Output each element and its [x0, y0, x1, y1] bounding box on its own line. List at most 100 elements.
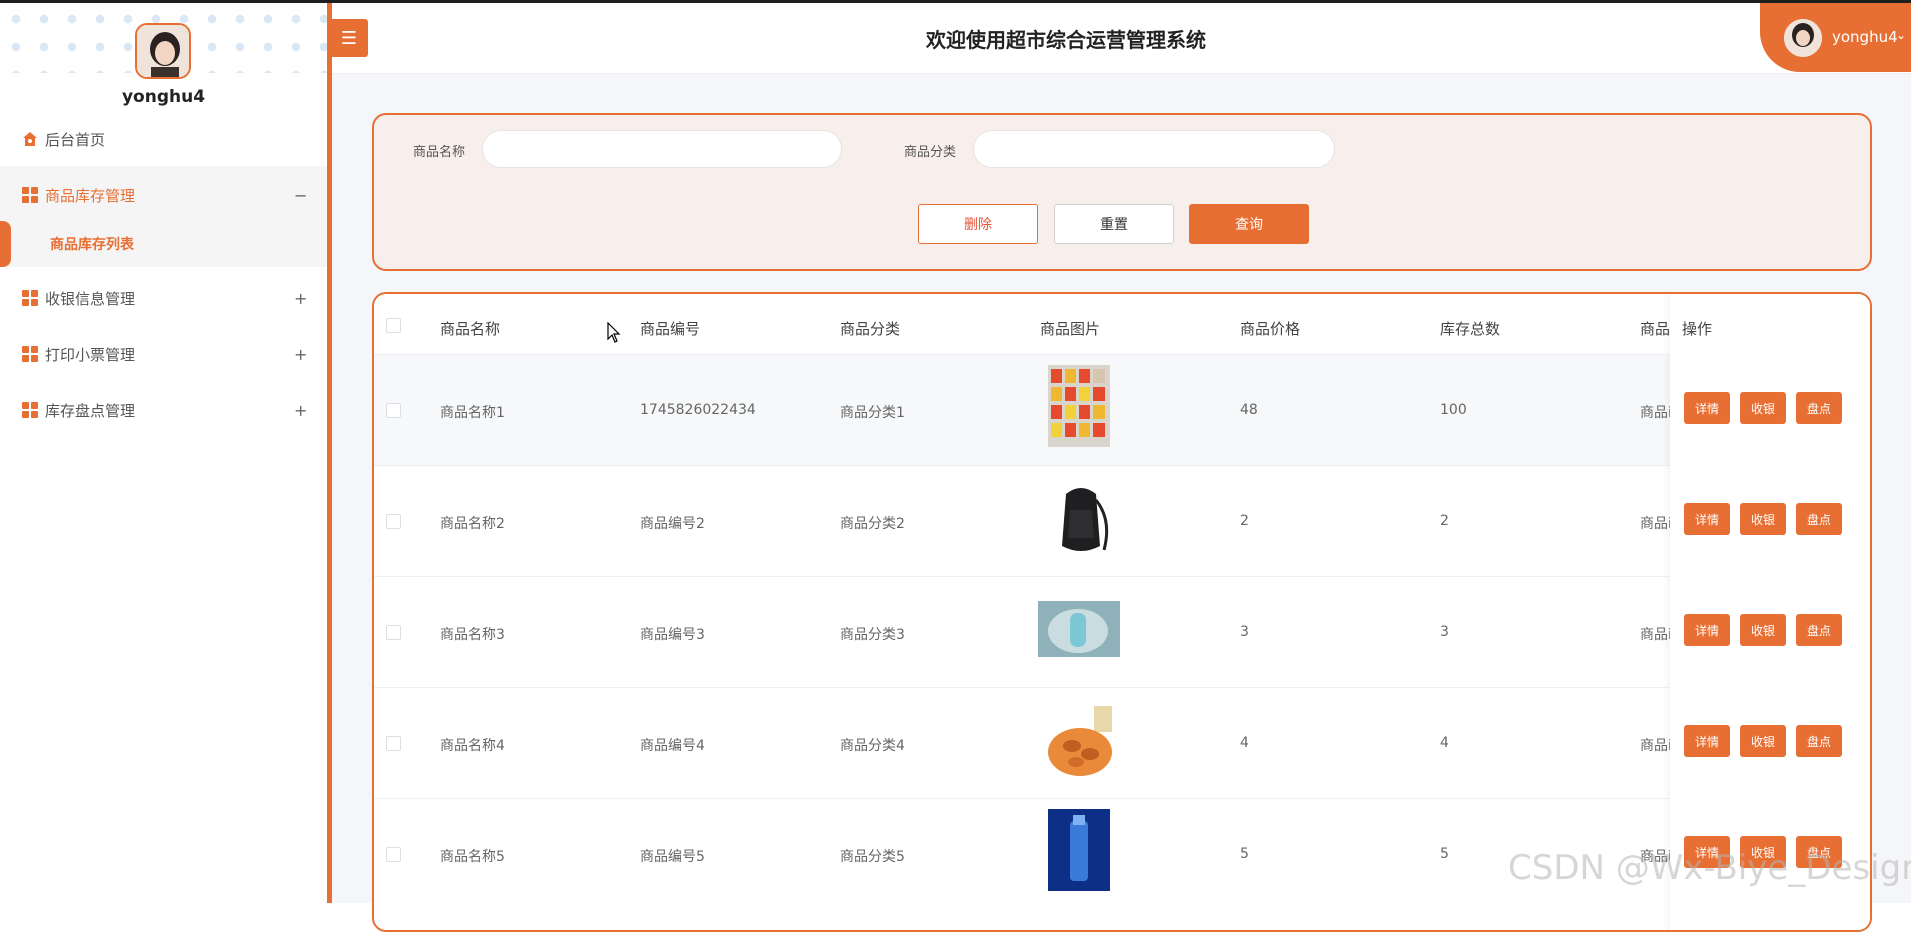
expand-icon[interactable]: + [294, 401, 307, 420]
cell-code: 商品编号2 [640, 516, 705, 532]
chevron-down-icon: ⌄ [1896, 28, 1907, 42]
grid-icon [22, 187, 38, 203]
column-header[interactable]: 商品名称 [440, 318, 500, 339]
detail-button[interactable]: 详情 [1684, 392, 1730, 424]
row-checkbox[interactable] [386, 403, 401, 418]
reset-button[interactable]: 重置 [1054, 204, 1174, 244]
cell-extra: 商品i [1640, 405, 1672, 421]
expand-icon[interactable]: + [294, 345, 307, 364]
cell-category: 商品分类5 [840, 849, 905, 865]
row-checkbox[interactable] [386, 736, 401, 751]
column-header[interactable]: 商品价格 [1240, 318, 1300, 339]
cell-category: 商品分类4 [840, 738, 905, 754]
watermark: CSDN @Wx-Biye_Design [1508, 848, 1911, 888]
product-image[interactable] [1046, 480, 1116, 560]
cell-stock: 100 [1440, 402, 1467, 418]
cell-price: 5 [1240, 846, 1249, 862]
inventory-check-button[interactable]: 盘点 [1796, 614, 1842, 646]
avatar [135, 23, 191, 79]
cell-price: 2 [1240, 513, 1249, 529]
name-field-label: 商品名称 [413, 145, 466, 160]
expand-icon[interactable]: + [294, 289, 307, 308]
inventory-check-button[interactable]: 盘点 [1796, 392, 1842, 424]
sidebar: yonghu4 后台首页 商品库存管理 − 商品库存列表 收银信息管理 + 打印… [0, 3, 327, 903]
category-field-label: 商品分类 [904, 145, 957, 160]
row-checkbox[interactable] [386, 514, 401, 529]
sidebar-item-label: 打印小票管理 [45, 345, 136, 364]
sidebar-item-label: 库存盘点管理 [45, 401, 136, 420]
inventory-check-button[interactable]: 盘点 [1796, 725, 1842, 757]
cell-name: 商品名称2 [440, 516, 505, 532]
row-checkbox[interactable] [386, 847, 401, 862]
sidebar-item-label: 后台首页 [45, 130, 106, 149]
cell-category: 商品分类1 [840, 405, 905, 421]
product-name-input[interactable] [482, 130, 842, 168]
delete-button[interactable]: 删除 [918, 204, 1038, 244]
table-row[interactable]: 商品名称3 商品编号3 商品分类3 3 3 商品i [374, 576, 1870, 687]
cell-price: 48 [1240, 402, 1258, 418]
column-header[interactable]: 商品图片 [1040, 318, 1100, 339]
user-name: yonghu4 [1832, 28, 1898, 46]
sidebar-item-label: 收银信息管理 [45, 289, 136, 308]
cell-stock: 5 [1440, 846, 1449, 862]
cashier-button[interactable]: 收银 [1740, 503, 1786, 535]
detail-button[interactable]: 详情 [1684, 725, 1730, 757]
cell-name: 商品名称1 [440, 405, 505, 421]
table-row[interactable]: 商品名称4 商品编号4 商品分类4 4 4 商品i [374, 687, 1870, 798]
cell-extra: 商品i [1640, 627, 1672, 643]
product-category-input[interactable] [973, 130, 1335, 168]
cashier-button[interactable]: 收银 [1740, 614, 1786, 646]
select-all-checkbox[interactable] [386, 318, 401, 333]
product-image[interactable] [1044, 702, 1116, 782]
user-menu[interactable]: yonghu4 ⌄ [1760, 3, 1911, 72]
column-header[interactable]: 商品编号 [640, 318, 700, 339]
table-row[interactable]: 商品名称2 商品编号2 商品分类2 2 2 商品i [374, 465, 1870, 576]
cell-stock: 2 [1440, 513, 1449, 529]
sidebar-item-home[interactable]: 后台首页 [0, 113, 327, 165]
product-table: 商品名称 商品编号 商品分类 商品图片 商品价格 库存总数 商品 商品名称1 1… [372, 292, 1872, 932]
column-header[interactable]: 库存总数 [1440, 318, 1500, 339]
grid-icon [22, 402, 38, 418]
product-image[interactable] [1048, 809, 1110, 891]
sidebar-subitem-label: 商品库存列表 [50, 237, 134, 253]
cell-code: 商品编号4 [640, 738, 705, 754]
cell-price: 3 [1240, 624, 1249, 640]
column-header[interactable]: 商品分类 [840, 318, 900, 339]
user-avatar [1784, 19, 1822, 57]
inventory-check-button[interactable]: 盘点 [1796, 503, 1842, 535]
cell-name: 商品名称3 [440, 627, 505, 643]
sidebar-subitem-inventory-list[interactable]: 商品库存列表 [0, 221, 327, 267]
cashier-button[interactable]: 收银 [1740, 725, 1786, 757]
sidebar-item-inventory-management[interactable]: 商品库存管理 − [0, 166, 327, 224]
grid-icon [22, 290, 38, 306]
sidebar-item-stocktaking[interactable]: 库存盘点管理 + [0, 384, 327, 436]
cell-category: 商品分类2 [840, 516, 905, 532]
detail-button[interactable]: 详情 [1684, 614, 1730, 646]
cell-code: 商品编号3 [640, 627, 705, 643]
query-button[interactable]: 查询 [1189, 204, 1309, 244]
profile-name: yonghu4 [121, 87, 206, 107]
cashier-button[interactable]: 收银 [1740, 392, 1786, 424]
column-header[interactable]: 商品 [1640, 318, 1670, 339]
cell-code: 1745826022434 [640, 402, 756, 418]
menu-toggle-button[interactable]: ☰ [330, 19, 368, 57]
sidebar-item-receipt-print[interactable]: 打印小票管理 + [0, 328, 327, 380]
active-indicator [0, 221, 11, 267]
product-image[interactable] [1048, 365, 1110, 447]
cell-category: 商品分类3 [840, 627, 905, 643]
detail-button[interactable]: 详情 [1684, 503, 1730, 535]
hamburger-icon: ☰ [340, 27, 358, 49]
collapse-icon[interactable]: − [294, 186, 307, 205]
operations-column: 操作 详情 收银 盘点 详情 收银 盘点 详情 收银 盘点 详情 收银 盘点 详… [1670, 294, 1870, 930]
sidebar-item-cashier[interactable]: 收银信息管理 + [0, 272, 327, 324]
row-checkbox[interactable] [386, 625, 401, 640]
column-header: 操作 [1682, 320, 1713, 338]
cell-extra: 商品i [1640, 738, 1672, 754]
page-title: 欢迎使用超市综合运营管理系统 [926, 28, 1206, 52]
window-top-edge [0, 0, 1911, 3]
product-image[interactable] [1038, 601, 1120, 657]
cell-name: 商品名称5 [440, 849, 505, 865]
cell-name: 商品名称4 [440, 738, 505, 754]
cell-price: 4 [1240, 735, 1249, 751]
table-row[interactable]: 商品名称1 1745826022434 商品分类1 48 100 商品i [374, 354, 1870, 465]
